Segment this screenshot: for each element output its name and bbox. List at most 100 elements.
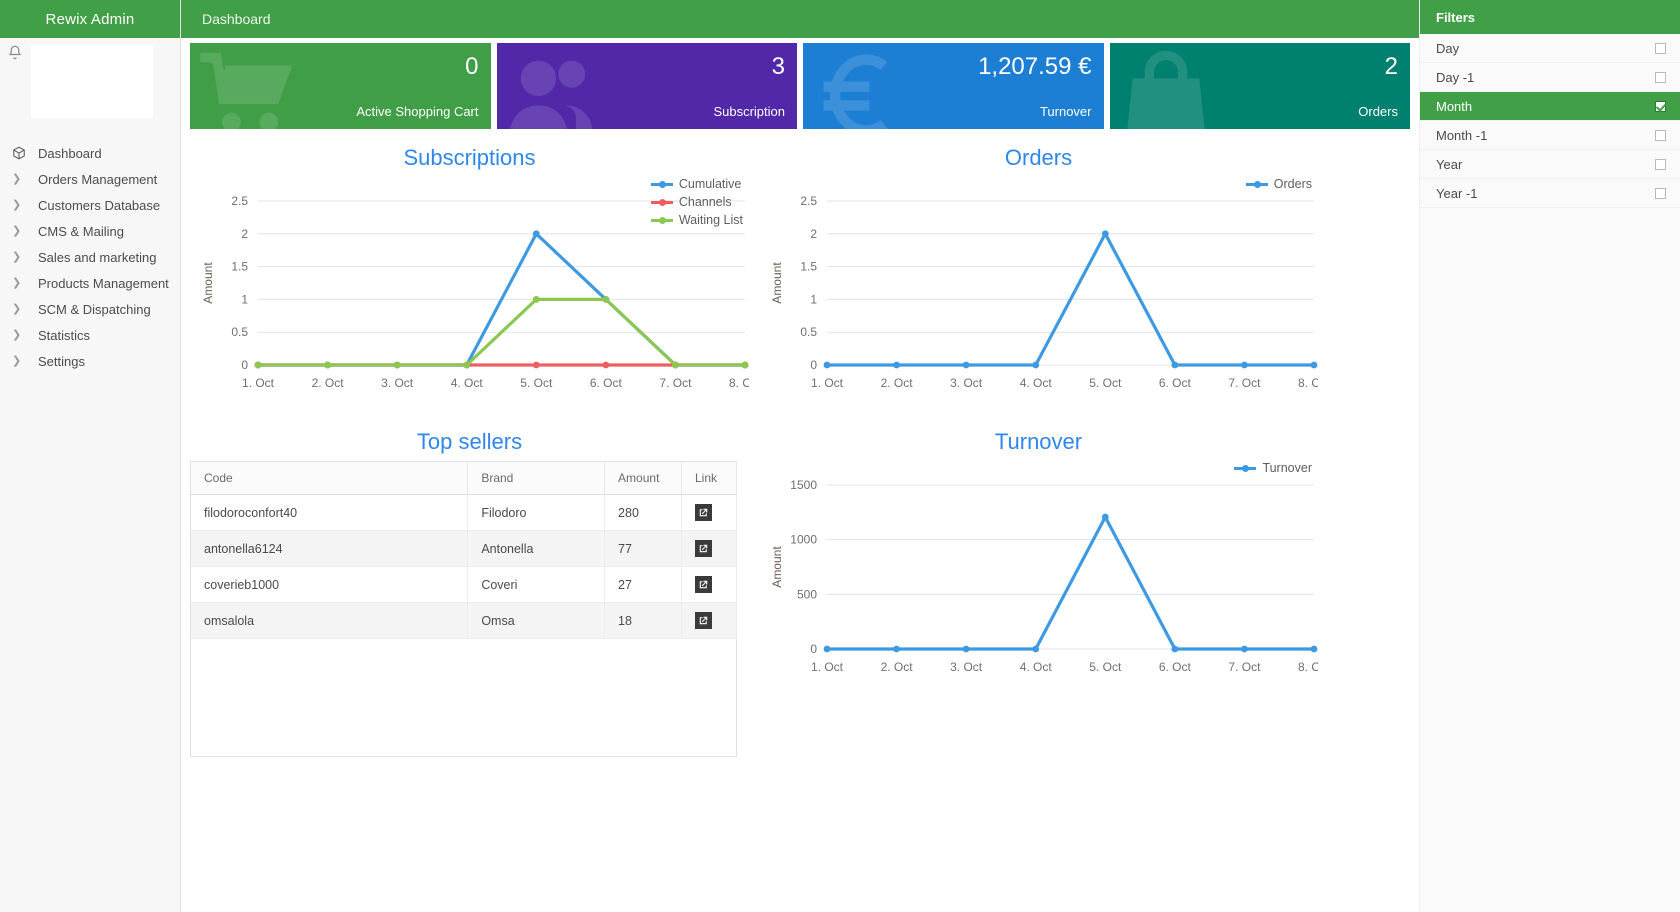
sidebar-item-dashboard[interactable]: Dashboard: [0, 140, 180, 166]
svg-text:2. Oct: 2. Oct: [312, 376, 345, 390]
panel-grid: Subscriptions Cumulative Channels Waiting …: [181, 129, 1419, 757]
sidebar-item-orders-management[interactable]: ❯ Orders Management: [0, 166, 180, 192]
stat-card-label: Turnover: [1039, 104, 1092, 119]
svg-text:8. Oct: 8. Oct: [1298, 660, 1318, 674]
orders-legend: Orders: [1245, 175, 1312, 193]
stat-card-orders[interactable]: 2 Orders: [1109, 43, 1410, 129]
svg-text:500: 500: [797, 587, 817, 601]
content: 0 Active Shopping Cart 3 Subscription 1,207.…: [181, 38, 1419, 757]
col-link: Link: [681, 461, 737, 495]
svg-text:1.5: 1.5: [800, 260, 817, 274]
svg-text:6. Oct: 6. Oct: [1159, 376, 1192, 390]
legend-label: Orders: [1273, 177, 1312, 191]
chevron-right-icon: ❯: [12, 172, 22, 185]
svg-text:7. Oct: 7. Oct: [659, 376, 692, 390]
legend-marker-icon: [650, 198, 673, 207]
top-sellers-table: Code Brand Amount Link filodoroconfort40…: [190, 461, 737, 639]
stat-card-label: Subscription: [713, 104, 785, 119]
svg-text:1. Oct: 1. Oct: [811, 660, 844, 674]
external-link-icon[interactable]: [695, 576, 712, 593]
svg-text:5. Oct: 5. Oct: [1089, 376, 1122, 390]
sidebar-item-cms-mailing[interactable]: ❯ CMS & Mailing: [0, 218, 180, 244]
filter-label: Day -1: [1436, 69, 1475, 85]
legend-marker-icon: [1234, 464, 1257, 473]
legend-item[interactable]: Turnover: [1234, 459, 1312, 477]
table-row: antonella6124 Antonella 77: [190, 530, 737, 567]
stat-card-subscription[interactable]: 3 Subscription: [496, 43, 797, 129]
svg-text:1. Oct: 1. Oct: [242, 376, 275, 390]
sidebar-item-label: Statistics: [38, 327, 91, 343]
filter-checkbox[interactable]: [1655, 129, 1666, 141]
legend-label: Turnover: [1262, 461, 1312, 475]
filter-option-day[interactable]: Day: [1420, 34, 1680, 63]
orders-panel: Orders Orders 0 0.5 1 1.5 2 2.5 Amount 1. Oct 2.…: [759, 137, 1318, 421]
sidebar-item-sales-and-marketing[interactable]: ❯ Sales and marketing: [0, 244, 180, 270]
legend-item[interactable]: Waiting List: [650, 211, 743, 229]
filter-option-year-1[interactable]: Year -1: [1420, 179, 1680, 208]
bell-icon[interactable]: [6, 44, 24, 62]
svg-text:5. Oct: 5. Oct: [1089, 660, 1122, 674]
orders-chart: Orders 0 0.5 1 1.5 2 2.5 Amount 1. Oct 2. Oct 3. …: [759, 173, 1318, 421]
svg-text:1. Oct: 1. Oct: [811, 376, 844, 390]
filter-label: Day: [1436, 40, 1460, 56]
stat-card-turnover[interactable]: 1,207.59 € Turnover: [803, 43, 1104, 129]
svg-text:0.5: 0.5: [800, 325, 817, 339]
svg-text:2. Oct: 2. Oct: [881, 660, 914, 674]
main-area: Dashboard 0 Active Shopping Cart 3 Subscrip…: [181, 0, 1419, 912]
filters-title: Filters: [1420, 0, 1680, 34]
turnover-panel: Turnover Turnover 0 500 1000 1500 Amount 1. O…: [759, 421, 1318, 757]
table-row: coverieb1000 Coveri 27: [190, 566, 737, 603]
svg-text:1: 1: [241, 292, 248, 306]
sidebar-item-settings[interactable]: ❯ Settings: [0, 348, 180, 374]
sidebar-item-customers-database[interactable]: ❯ Customers Database: [0, 192, 180, 218]
legend-marker-icon: [650, 180, 673, 189]
svg-text:Amount: Amount: [770, 262, 784, 304]
filter-option-year[interactable]: Year: [1420, 150, 1680, 179]
sidebar-item-products-management[interactable]: ❯ Products Management: [0, 270, 180, 296]
filter-checkbox[interactable]: [1655, 42, 1666, 54]
external-link-icon[interactable]: [695, 540, 712, 557]
legend-item[interactable]: Cumulative: [650, 175, 743, 193]
filter-option-day-1[interactable]: Day -1: [1420, 63, 1680, 92]
sidebar-item-label: Customers Database: [38, 197, 161, 213]
svg-text:6. Oct: 6. Oct: [590, 376, 623, 390]
subscriptions-panel: Subscriptions Cumulative Channels Waiting …: [190, 137, 749, 421]
turnover-legend: Turnover: [1234, 459, 1312, 477]
svg-text:3. Oct: 3. Oct: [950, 376, 983, 390]
chevron-right-icon: ❯: [12, 354, 22, 367]
top-sellers-panel: Top sellers Code Brand Amount Link filod…: [190, 421, 749, 757]
sidebar-item-label: CMS & Mailing: [38, 223, 124, 239]
filter-option-month-1[interactable]: Month -1: [1420, 121, 1680, 150]
sidebar-item-scm-dispatching[interactable]: ❯ SCM & Dispatching: [0, 296, 180, 322]
cell-code: filodoroconfort40: [190, 494, 469, 531]
svg-text:7. Oct: 7. Oct: [1228, 376, 1261, 390]
cell-brand: Filodoro: [467, 494, 606, 531]
legend-item[interactable]: Channels: [650, 193, 743, 211]
legend-item[interactable]: Orders: [1245, 175, 1312, 193]
filter-label: Year: [1436, 156, 1463, 172]
sidebar-item-statistics[interactable]: ❯ Statistics: [0, 322, 180, 348]
filter-checkbox[interactable]: [1655, 187, 1666, 199]
shopping-bag-icon: [1114, 43, 1218, 129]
filter-checkbox[interactable]: [1655, 100, 1666, 112]
external-link-icon[interactable]: [695, 504, 712, 521]
external-link-icon[interactable]: [695, 612, 712, 629]
svg-text:Amount: Amount: [201, 262, 215, 304]
filter-label: Year -1: [1436, 185, 1478, 201]
sidebar: Rewix Admin Dashboard ❯ Orders Management ❯…: [0, 0, 181, 912]
svg-text:3. Oct: 3. Oct: [381, 376, 414, 390]
cell-amount: 18: [604, 602, 682, 639]
svg-text:0: 0: [810, 358, 817, 372]
sidebar-item-label: Settings: [38, 353, 85, 369]
cube-icon: [12, 146, 38, 160]
table-empty-area: [190, 639, 737, 757]
stat-card-active-shopping-cart[interactable]: 0 Active Shopping Cart: [190, 43, 491, 129]
users-icon: [501, 43, 605, 129]
col-code: Code: [190, 461, 469, 495]
cell-brand: Omsa: [467, 602, 606, 639]
filter-option-month[interactable]: Month: [1420, 92, 1680, 121]
orders-title: Orders: [1004, 145, 1073, 170]
svg-text:4. Oct: 4. Oct: [451, 376, 484, 390]
filter-checkbox[interactable]: [1655, 71, 1666, 83]
filter-checkbox[interactable]: [1655, 158, 1666, 170]
